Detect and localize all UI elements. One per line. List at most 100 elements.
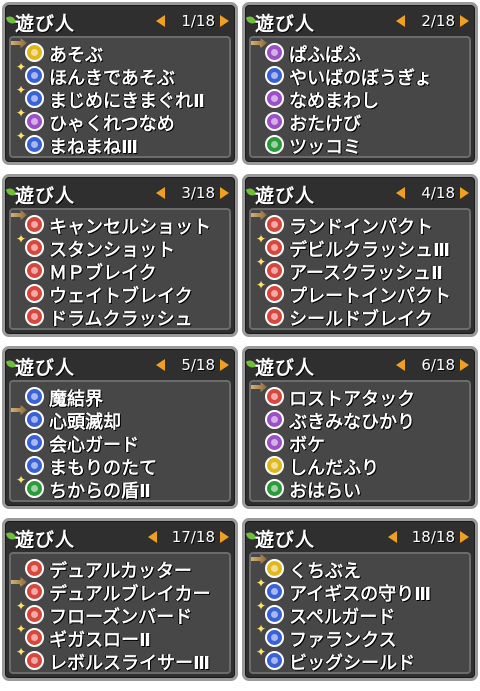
prev-page-arrow-icon[interactable] [156,359,165,371]
skill-label: ビッグシールド [289,653,415,674]
yellow-icon [265,456,284,475]
skill-label: おはらい [289,481,361,502]
skill-item[interactable]: キャンセルショット [11,210,225,238]
next-page-arrow-icon[interactable] [460,531,469,543]
panel-header: 遊び人 2/18 [245,8,469,35]
skill-item[interactable]: ✦ まじめにきまぐれⅡ [16,83,225,112]
skill-item[interactable]: デュアルカッター [25,557,225,582]
skill-item[interactable]: ドラムクラッシュ [25,305,225,330]
skill-item[interactable]: ✦ ギガスローⅡ [16,622,225,651]
prev-page-arrow-icon[interactable] [156,15,165,27]
skill-list: ✦ぱふぱふやいばのぼうぎょなめまわしおたけびツッコミ [249,36,471,158]
skill-item[interactable]: しんだふり [265,454,465,479]
red-icon [25,605,44,624]
skill-item[interactable]: ✦デュアルブレイカー [11,576,225,605]
skill-item[interactable]: ランドインパクト [251,210,465,238]
prev-page-arrow-icon[interactable] [156,187,165,199]
skill-item[interactable]: ✦ ちからの盾Ⅱ [16,473,225,502]
skill-item[interactable]: ✦ スタンショット [16,232,225,261]
page-indicator: 6/18 [421,356,455,374]
red-icon [265,215,284,234]
next-page-arrow-icon[interactable] [460,15,469,27]
skill-list-grid: 遊び人 1/18 あそぶ ✦ ほんきであそぶ ✦ まじめにきまぐれⅡ ✦ ひゃくれつなめ ✦ まねま… [0,0,480,691]
skill-item[interactable]: ツッコミ [265,133,465,158]
skill-item[interactable]: なめまわし [265,87,465,112]
skill-item[interactable]: おはらい [265,477,465,502]
panel-title: 遊び人 [15,357,76,379]
hand-cursor-icon [251,382,267,392]
red-icon [25,215,44,234]
blue-icon [25,410,44,429]
prev-page-arrow-icon[interactable] [396,15,405,27]
skill-item[interactable]: やいばのぼうぎょ [265,64,465,89]
panel-title: 遊び人 [255,357,316,379]
blue-icon [25,387,44,406]
green-icon [25,479,44,498]
red-icon [25,307,44,326]
skill-item[interactable]: ✦ アースクラッシュⅡ [256,255,465,284]
page-indicator: 4/18 [421,184,455,202]
prev-page-arrow-icon[interactable] [148,531,157,543]
next-page-arrow-icon[interactable] [460,187,469,199]
next-page-arrow-icon[interactable] [220,531,229,543]
next-page-arrow-icon[interactable] [220,359,229,371]
next-page-arrow-icon[interactable] [220,187,229,199]
skill-item[interactable]: ✦ぱふぱふ [251,37,465,66]
red-icon [25,628,44,647]
panel-title: 遊び人 [15,529,76,551]
prev-page-arrow-icon[interactable] [388,531,397,543]
skill-item[interactable]: 会心ガード [25,431,225,456]
skill-item[interactable]: ✦ フローズンバード [16,599,225,628]
skill-item[interactable]: まもりのたて [25,454,225,479]
skill-item[interactable]: あそぶ [11,38,225,66]
skill-item[interactable]: ✦ ひゃくれつなめ [16,106,225,135]
red-icon [25,284,44,303]
skill-item[interactable]: 心頭滅却 [11,405,225,433]
skill-item[interactable]: ✦ デビルクラッシュⅢ [256,232,465,261]
skill-item[interactable]: ボケ [265,431,465,456]
hand-cursor-icon [11,38,27,48]
skill-item[interactable]: ぶきみなひかり [265,408,465,433]
next-page-arrow-icon[interactable] [220,15,229,27]
skill-item[interactable]: ✦ レボルスライサーⅢ [16,645,225,674]
skill-list: デュアルカッター✦デュアルブレイカー✦フローズンバード✦ギガスローⅡ✦レボルスラ… [9,552,231,674]
panel-title: 遊び人 [15,185,76,207]
page-indicator: 17/18 [171,528,215,546]
skill-label: レボルスライサーⅢ [49,653,211,674]
skill-list: ランドインパクト ✦ デビルクラッシュⅢ ✦ アースクラッシュⅡ ✦ プレートインパクト シー… [249,208,471,330]
blue-icon [265,582,284,601]
purple-icon [265,433,284,452]
skill-item[interactable]: ロストアタック [251,382,465,410]
skill-panel: 遊び人 3/18 キャンセルショット ✦ スタンショット ＭＰブレイク ウェイトブレイク ドラ… [2,174,238,337]
skill-item[interactable]: ウェイトブレイク [25,282,225,307]
red-icon [25,559,44,578]
skill-item[interactable]: ✦ スペルガード [256,599,465,628]
skill-item[interactable]: ✦ ビッグシールド [256,645,465,674]
skill-item[interactable]: シールドブレイク [265,305,465,330]
red-icon [265,238,284,257]
red-icon [265,387,284,406]
panel-header: 遊び人 1/18 [5,8,229,35]
skill-item[interactable]: ✦ ファランクス [256,622,465,651]
next-page-arrow-icon[interactable] [460,359,469,371]
skill-item[interactable]: ✦ プレートインパクト [256,278,465,307]
blue-icon [265,605,284,624]
skill-item[interactable]: ✦ ほんきであそぶ [16,60,225,89]
skill-item[interactable]: ＭＰブレイク [25,259,225,284]
skill-list: キャンセルショット ✦ スタンショット ＭＰブレイク ウェイトブレイク ドラムクラッシュ [9,208,231,330]
prev-page-arrow-icon[interactable] [396,187,405,199]
skill-item[interactable]: おたけび [265,110,465,135]
skill-item[interactable]: 魔結界 [25,385,225,410]
skill-panel: 遊び人 17/18 デュアルカッター✦デュアルブレイカー✦フローズンバード✦ギガスロ… [2,518,238,681]
panel-header: 遊び人 17/18 [5,524,229,551]
skill-item[interactable]: ✦ アイギスの守りⅢ [256,576,465,605]
skill-label: ドラムクラッシュ [49,309,193,330]
yellow-icon [25,43,44,62]
skill-item[interactable]: ✦ まねまねⅢ [16,129,225,158]
purple-icon [265,410,284,429]
skill-item[interactable]: くちぶえ [251,554,465,582]
skill-label: まねまねⅢ [49,137,139,158]
panel-header: 遊び人 4/18 [245,180,469,207]
skill-list: 魔結界 心頭滅却 会心ガード まもりのたて ✦ ちからの盾Ⅱ [9,380,231,502]
prev-page-arrow-icon[interactable] [396,359,405,371]
